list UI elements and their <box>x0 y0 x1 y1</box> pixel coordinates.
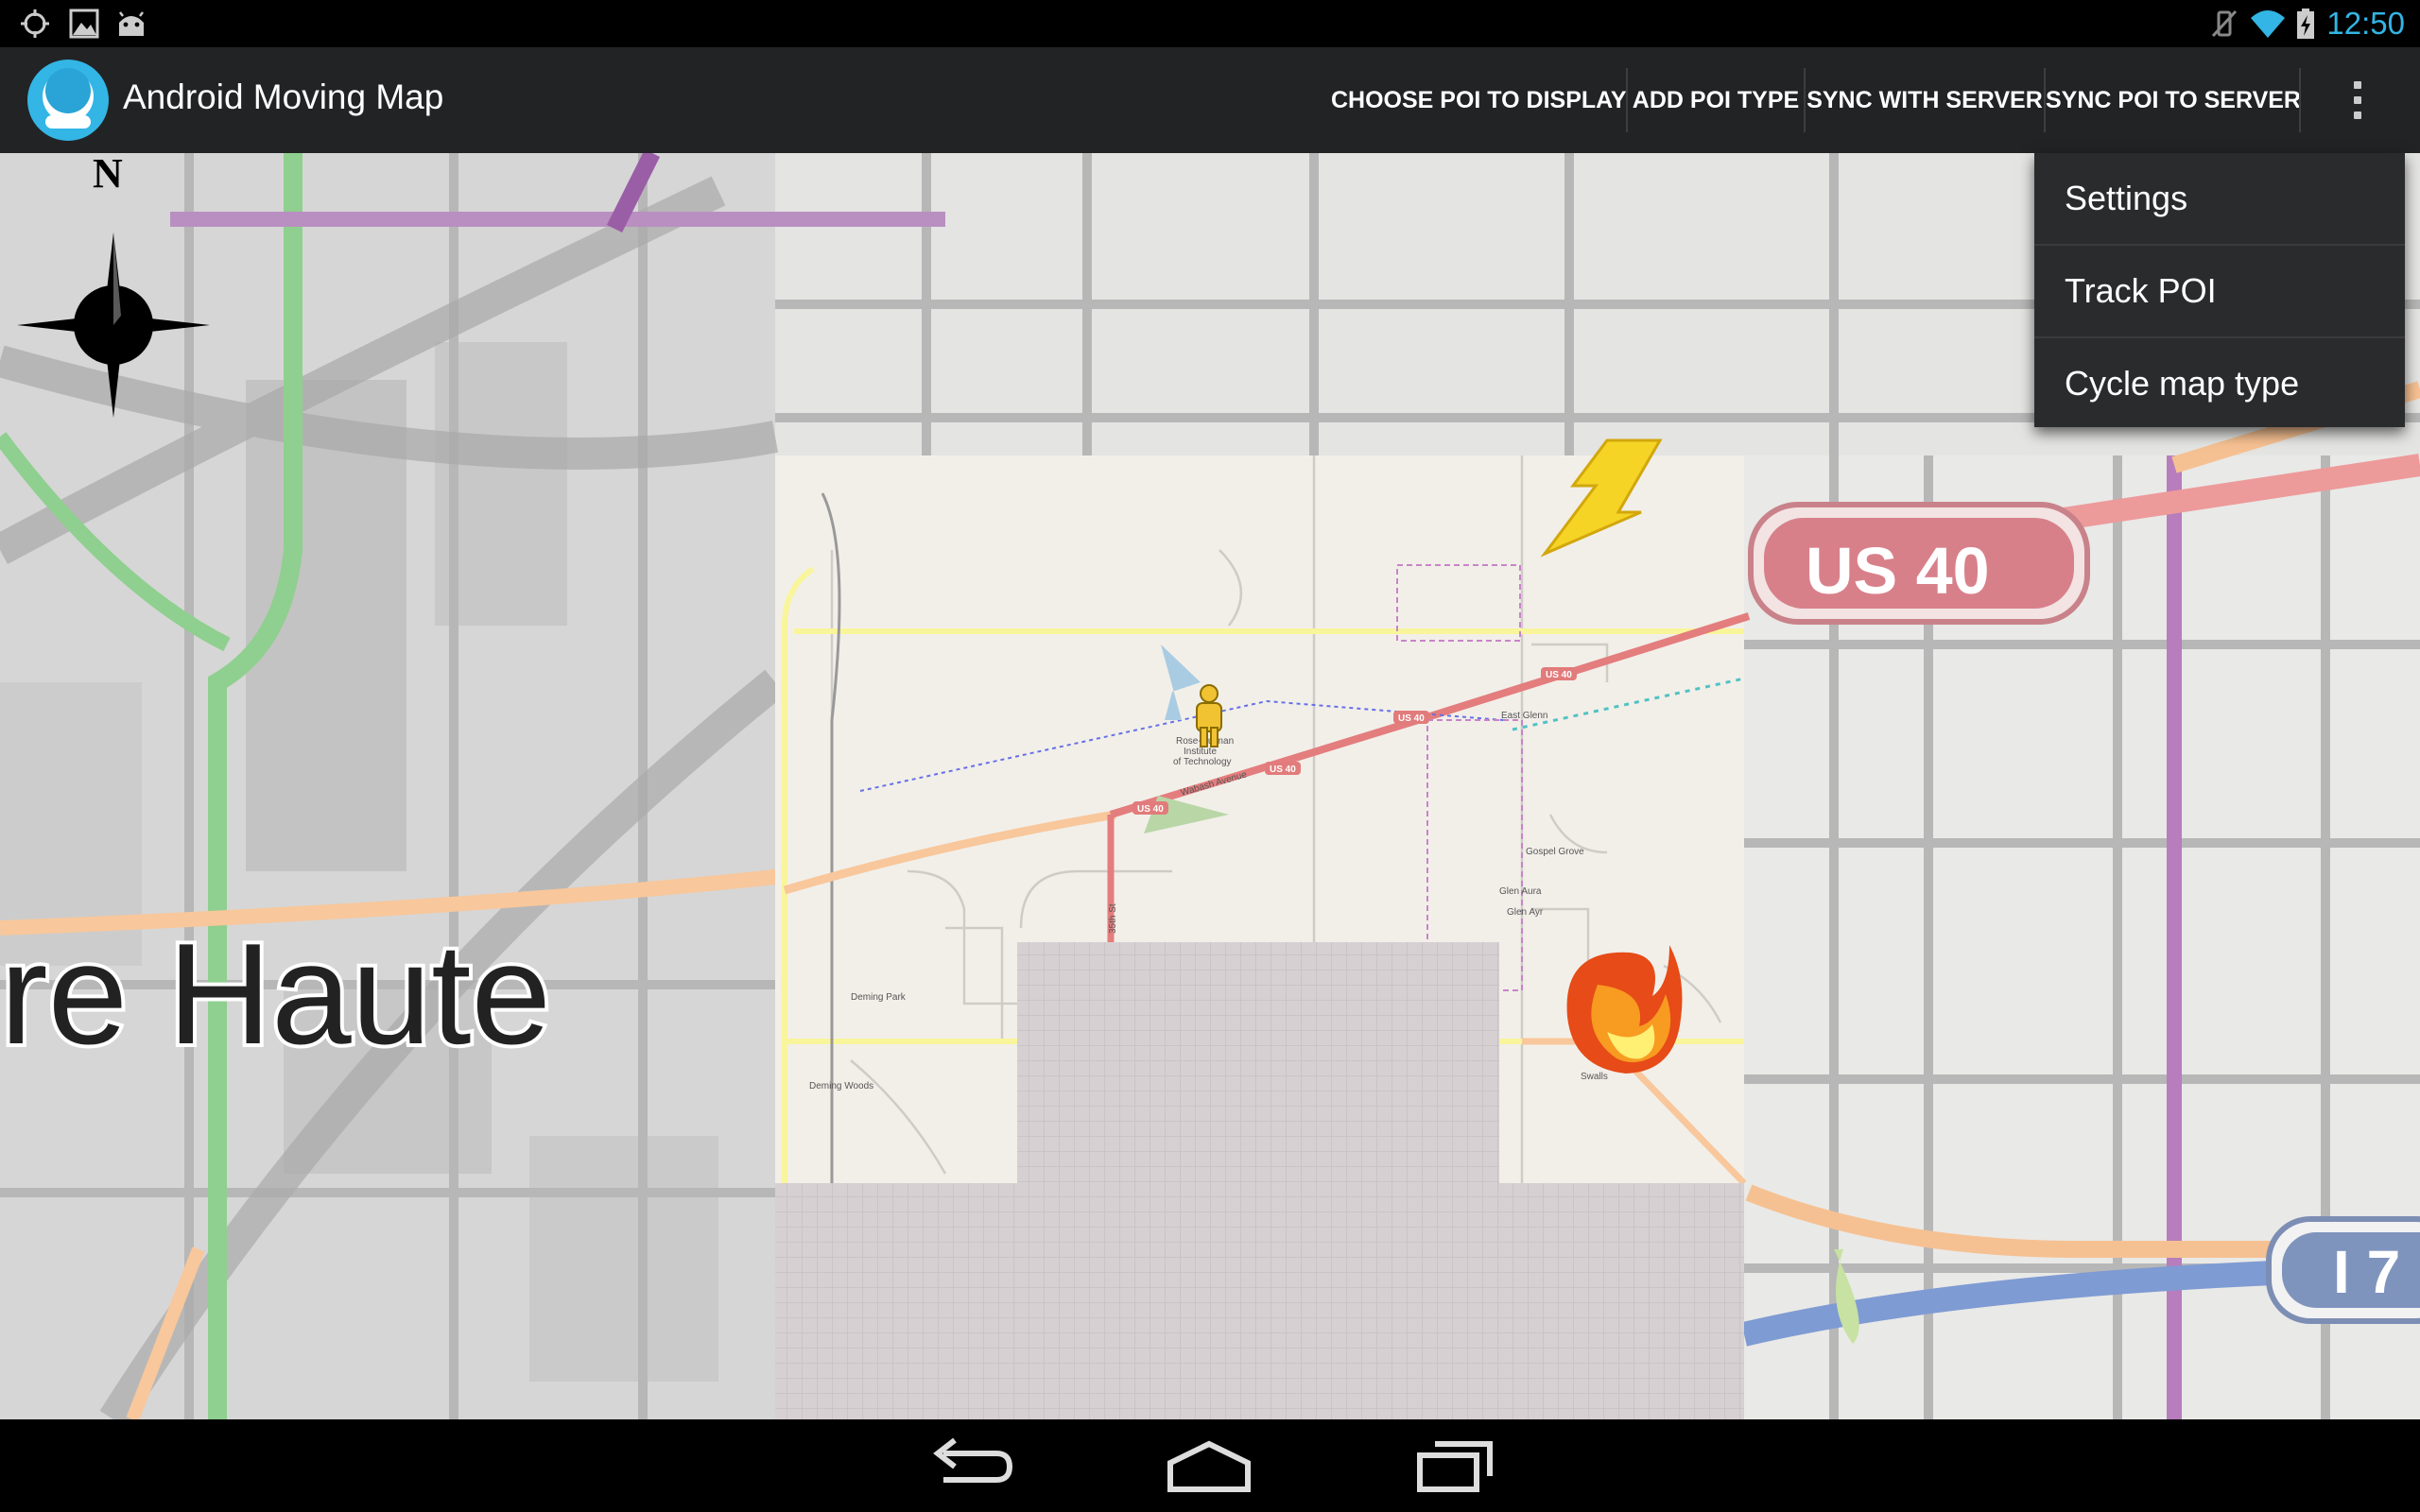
battery-charging-icon <box>2297 9 2314 39</box>
loading-tile <box>775 1183 1744 1419</box>
us40-shield-label: US 40 <box>1806 534 1990 608</box>
label-institute-line: of Technology <box>1173 757 1232 767</box>
label-swalls: Swalls <box>1581 1072 1608 1082</box>
label-east-glenn: East Glenn <box>1501 711 1547 721</box>
sync-with-server-button[interactable]: SYNC WITH SERVER <box>1806 47 2044 153</box>
status-clock: 12:50 <box>2326 6 2405 41</box>
menu-item-settings[interactable]: Settings <box>2034 153 2405 244</box>
overflow-dot-icon <box>2354 112 2361 119</box>
app-title: Android Moving Map <box>123 77 444 116</box>
label-glen-ayr: Glen Ayr <box>1507 907 1544 918</box>
us40-small-label: US 40 <box>1546 670 1572 680</box>
android-icon <box>119 11 144 36</box>
us40-small-label: US 40 <box>1398 713 1425 724</box>
sync-poi-to-server-button[interactable]: SYNC POI TO SERVER <box>2046 47 2301 153</box>
status-bar: 12:50 <box>0 0 2420 47</box>
choose-poi-button[interactable]: CHOOSE POI TO DISPLAY <box>1331 47 1627 153</box>
compass-north-label: N <box>93 153 123 197</box>
label-glen-aura: Glen Aura <box>1499 886 1542 897</box>
app-logo-icon[interactable] <box>26 59 110 142</box>
back-icon[interactable] <box>917 1431 1021 1501</box>
gallery-icon <box>69 9 99 39</box>
city-label: re Haute <box>0 914 551 1074</box>
recent-apps-icon[interactable] <box>1403 1431 1507 1501</box>
action-divider <box>2299 68 2301 132</box>
us40-shield: US 40 <box>1748 502 2090 625</box>
person-leg <box>1210 727 1219 747</box>
navigation-bar <box>0 1419 2420 1512</box>
overflow-menu: Settings Track POI Cycle map type <box>2034 153 2405 427</box>
wifi-icon <box>2251 10 2285 38</box>
label-institute-line: Institute <box>1184 747 1217 757</box>
overflow-dot-icon <box>2354 81 2361 89</box>
label-deming-park: Deming Park <box>851 992 907 1003</box>
label-deming-woods: Deming Woods <box>809 1081 873 1091</box>
person-leg <box>1200 727 1208 747</box>
vibrate-silent-icon <box>2211 9 2238 38</box>
us40-small-label: US 40 <box>1270 765 1296 775</box>
overflow-menu-button[interactable] <box>2329 47 2386 153</box>
action-bar: Android Moving Map CHOOSE POI TO DISPLAY… <box>0 47 2420 153</box>
add-poi-type-button[interactable]: ADD POI TYPE <box>1628 47 1804 153</box>
overflow-dot-icon <box>2354 96 2361 104</box>
menu-item-cycle-map-type[interactable]: Cycle map type <box>2034 338 2405 429</box>
home-icon[interactable] <box>1157 1431 1261 1501</box>
us40-small-label: US 40 <box>1137 804 1164 815</box>
menu-item-track-poi[interactable]: Track POI <box>2034 246 2405 336</box>
interstate-shield: I 7 <box>2266 1216 2420 1324</box>
label-35th: 35th St <box>1108 903 1118 934</box>
location-crosshair-icon <box>21 9 49 38</box>
label-gospel-grove: Gospel Grove <box>1526 847 1584 857</box>
interstate-shield-label: I 7 <box>2333 1238 2400 1306</box>
person-head <box>1200 684 1219 703</box>
